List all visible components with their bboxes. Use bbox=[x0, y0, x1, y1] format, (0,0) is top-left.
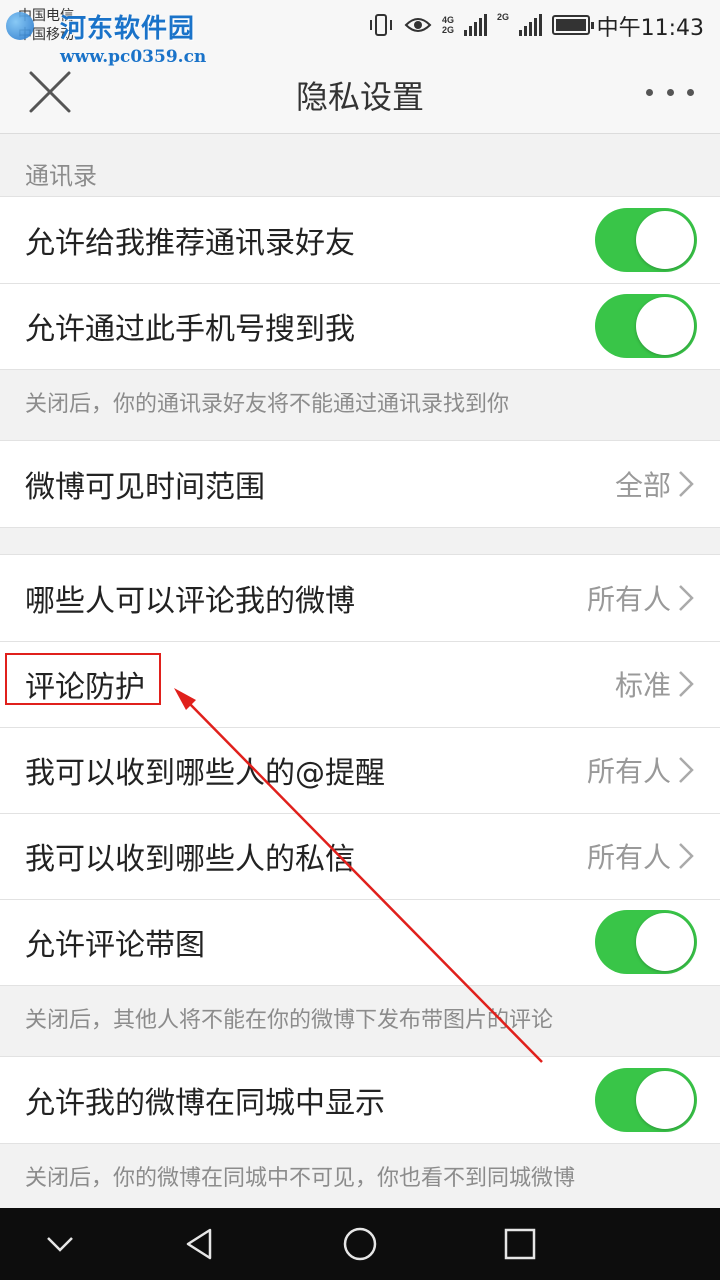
comment-image-toggle[interactable] bbox=[595, 910, 697, 974]
recents-square-icon[interactable] bbox=[500, 1224, 540, 1264]
group-visibility: 微博可见时间范围 全部 bbox=[0, 440, 720, 528]
row-label: 允许评论带图 bbox=[25, 928, 205, 963]
watermark-title: 河东软件园 bbox=[60, 14, 196, 44]
vibrate-icon bbox=[369, 14, 392, 36]
row-local-display: 允许我的微博在同城中显示 bbox=[0, 1057, 720, 1143]
row-value: 所有人 bbox=[586, 755, 671, 788]
eye-icon bbox=[404, 18, 432, 32]
row-private-message[interactable]: 我可以收到哪些人的私信 所有人 bbox=[0, 813, 720, 899]
group-interaction: 哪些人可以评论我的微博 所有人 评论防护 标准 我可以收到哪些人的@提醒 所有人… bbox=[0, 554, 720, 986]
row-phone-search: 允许通过此手机号搜到我 bbox=[0, 283, 720, 369]
row-label: 哪些人可以评论我的微博 bbox=[25, 584, 355, 619]
row-label: 我可以收到哪些人的@提醒 bbox=[25, 756, 385, 791]
row-mention[interactable]: 我可以收到哪些人的@提醒 所有人 bbox=[0, 727, 720, 813]
row-label: 微博可见时间范围 bbox=[25, 470, 265, 505]
section-label-contacts: 通讯录 bbox=[25, 162, 97, 190]
status-icons: 4G 2G 2G bbox=[368, 10, 594, 40]
row-label: 允许给我推荐通讯录好友 bbox=[25, 226, 355, 261]
net-label-3: 2G bbox=[496, 12, 509, 22]
row-recommend-contacts: 允许给我推荐通讯录好友 bbox=[0, 197, 720, 283]
annotation-highlight-box bbox=[5, 653, 161, 705]
more-icon bbox=[646, 88, 653, 96]
signal-1-icon bbox=[463, 14, 487, 36]
comment-image-note: 关闭后，其他人将不能在你的微博下发布带图片的评论 bbox=[25, 1008, 554, 1033]
row-comment-image: 允许评论带图 bbox=[0, 899, 720, 985]
row-value: 所有人 bbox=[586, 583, 671, 616]
chevron-right-icon bbox=[679, 843, 694, 869]
chevron-right-icon bbox=[679, 671, 694, 697]
more-button[interactable] bbox=[640, 72, 700, 112]
recommend-contacts-toggle[interactable] bbox=[595, 208, 697, 272]
row-comment-who[interactable]: 哪些人可以评论我的微博 所有人 bbox=[0, 555, 720, 641]
back-triangle-icon[interactable] bbox=[180, 1224, 220, 1264]
group-contacts: 允许给我推荐通讯录好友 允许通过此手机号搜到我 bbox=[0, 196, 720, 370]
status-bar: 中国电信 中国移动 河东软件园 4G 2G 2G 中午11:43 bbox=[0, 0, 720, 52]
system-nav-bar bbox=[0, 1208, 720, 1280]
row-value: 全部 bbox=[614, 469, 671, 502]
status-time: 中午11:43 bbox=[596, 16, 704, 41]
row-value: 标准 bbox=[614, 669, 671, 702]
title-bar: www.pc0359.cn 隐私设置 bbox=[0, 47, 720, 134]
home-circle-icon[interactable] bbox=[340, 1224, 380, 1264]
net-label-2: 2G bbox=[441, 25, 454, 35]
group-local: 允许我的微博在同城中显示 bbox=[0, 1056, 720, 1144]
net-type-labels: 4G 2G bbox=[442, 15, 454, 35]
row-value: 所有人 bbox=[586, 841, 671, 874]
watermark-logo-icon bbox=[6, 12, 34, 40]
chevron-right-icon bbox=[679, 471, 694, 497]
chevron-down-icon[interactable] bbox=[40, 1224, 80, 1264]
row-label: 允许我的微博在同城中显示 bbox=[25, 1086, 385, 1121]
watermark-url: www.pc0359.cn bbox=[60, 47, 207, 67]
page-title: 隐私设置 bbox=[295, 78, 424, 116]
row-visibility-range[interactable]: 微博可见时间范围 全部 bbox=[0, 441, 720, 527]
contacts-note: 关闭后，你的通讯录好友将不能通过通讯录找到你 bbox=[25, 392, 510, 417]
battery-icon bbox=[552, 15, 594, 35]
net-label-1: 4G bbox=[441, 15, 454, 25]
chevron-right-icon bbox=[679, 757, 694, 783]
phone-search-toggle[interactable] bbox=[595, 294, 697, 358]
row-label: 我可以收到哪些人的私信 bbox=[25, 842, 355, 877]
local-note: 关闭后，你的微博在同城中不可见，你也看不到同城微博 bbox=[25, 1166, 576, 1191]
local-display-toggle[interactable] bbox=[595, 1068, 697, 1132]
signal-2-icon bbox=[519, 14, 542, 36]
row-label: 允许通过此手机号搜到我 bbox=[25, 312, 355, 347]
chevron-right-icon bbox=[679, 585, 694, 611]
